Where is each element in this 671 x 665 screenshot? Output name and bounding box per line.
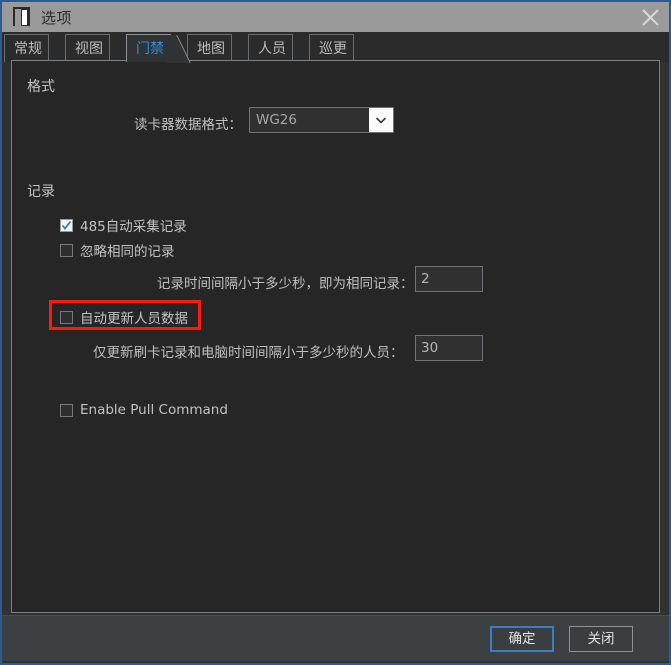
checkbox-label: 忽略相同的记录 — [80, 244, 175, 260]
checkbox-ignore-same-record[interactable]: 忽略相同的记录 — [60, 240, 175, 260]
tab-label: 人员 — [258, 41, 286, 57]
reader-format-label: 读卡器数据格式： — [134, 117, 242, 133]
checkbox-auto-update-person[interactable]: 自动更新人员数据 — [60, 307, 188, 327]
checkbox-label: 485自动采集记录 — [80, 219, 187, 235]
access-control-panel: 格式 读卡器数据格式： WG26 记录 485自动采集记录 忽略相同的记录 记录… — [11, 60, 660, 613]
tab-strip: 常规 视图 门禁 地图 人员 巡更 — [2, 32, 669, 62]
tab-general[interactable]: 常规 — [4, 34, 49, 62]
checkbox-indicator — [60, 243, 73, 257]
tab-label: 地图 — [197, 41, 225, 57]
window-title: 选项 — [41, 8, 73, 27]
tab-map[interactable]: 地图 — [187, 34, 232, 62]
tab-label: 视图 — [75, 41, 103, 57]
checkbox-label: 自动更新人员数据 — [80, 311, 188, 327]
person-update-interval-label: 仅更新刷卡记录和电脑时间间隔小于多少秒的人员： — [93, 345, 404, 361]
close-icon[interactable] — [627, 2, 669, 32]
tab-label: 常规 — [14, 41, 42, 57]
tab-personnel[interactable]: 人员 — [248, 34, 293, 62]
same-record-interval-label: 记录时间间隔小于多少秒，即为相同记录： — [157, 276, 414, 292]
tab-access-control[interactable]: 门禁 — [126, 34, 171, 62]
format-group-title: 格式 — [27, 79, 55, 95]
checkbox-label: Enable Pull Command — [80, 402, 228, 418]
chevron-down-icon[interactable] — [369, 108, 393, 132]
reader-format-combobox[interactable]: WG26 — [249, 107, 394, 133]
close-button[interactable]: 关闭 — [569, 626, 633, 652]
tab-label: 巡更 — [319, 41, 347, 57]
checkbox-indicator — [60, 403, 73, 417]
door-icon — [11, 6, 33, 28]
title-bar: 选项 — [2, 0, 669, 32]
reader-format-value: WG26 — [256, 112, 297, 128]
tab-label: 门禁 — [136, 41, 164, 57]
checkbox-auto-collect-485[interactable]: 485自动采集记录 — [60, 215, 187, 235]
checkbox-enable-pull-command[interactable]: Enable Pull Command — [60, 402, 228, 418]
ok-button[interactable]: 确定 — [490, 626, 554, 652]
checkbox-indicator — [60, 310, 73, 324]
tab-view[interactable]: 视图 — [65, 34, 110, 62]
tab-patrol[interactable]: 巡更 — [309, 34, 354, 62]
same-record-interval-input[interactable]: 2 — [415, 266, 483, 292]
person-update-interval-input[interactable]: 30 — [415, 335, 483, 361]
record-group-title: 记录 — [27, 184, 55, 200]
options-dialog: 选项 常规 视图 门禁 地图 人员 巡更 格式 读卡器数据格式： WG26 记录… — [0, 0, 671, 665]
checkbox-indicator — [60, 218, 73, 232]
dialog-footer: 确定 关闭 — [2, 615, 669, 661]
